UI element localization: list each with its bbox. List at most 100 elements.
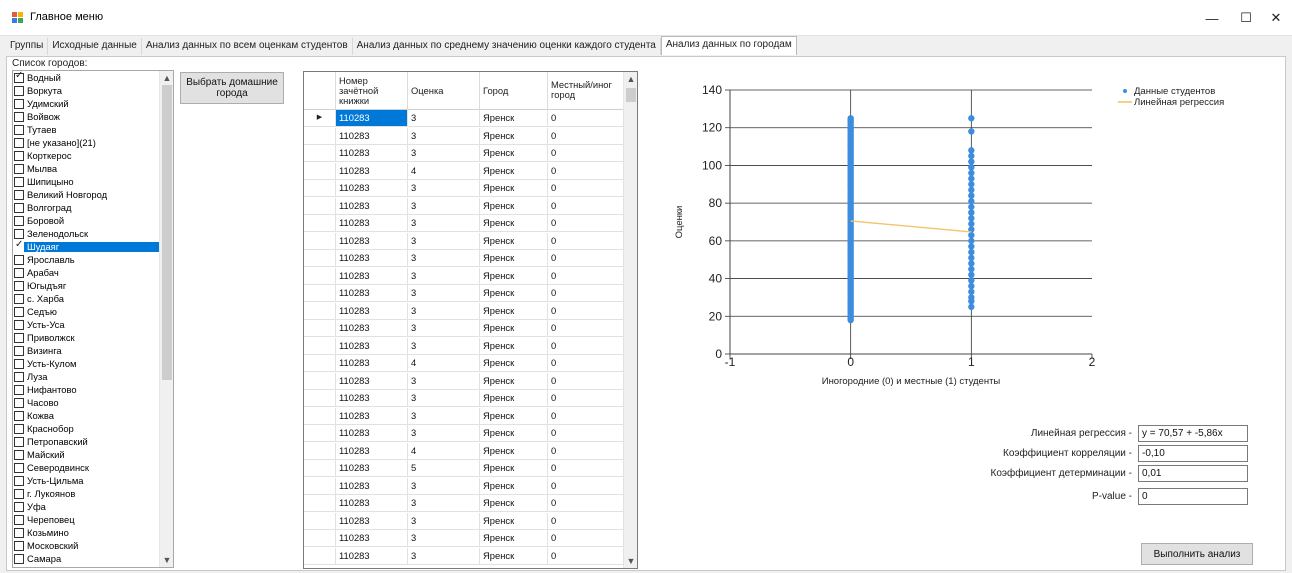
city-item[interactable]: Козьмино [14, 528, 159, 538]
cell-grade[interactable]: 3 [408, 530, 480, 546]
checkbox-icon[interactable] [14, 450, 24, 460]
city-item[interactable]: [не указано](21) [14, 138, 159, 148]
city-item[interactable]: Шудаяг [14, 240, 159, 252]
table-row[interactable]: 110283 3 Яренск 0 [304, 197, 624, 215]
checkbox-icon[interactable] [14, 411, 24, 421]
cell-record-book[interactable]: 110283 [336, 197, 408, 214]
row-header[interactable] [304, 145, 336, 161]
city-item[interactable]: Ярославль [14, 255, 159, 265]
cell-local[interactable]: 0 [548, 460, 624, 476]
cell-grade[interactable]: 4 [408, 355, 480, 371]
checkbox-icon[interactable] [14, 333, 24, 343]
cell-city[interactable]: Яренск [480, 460, 548, 476]
row-header[interactable] [304, 547, 336, 564]
table-row[interactable]: 110283 3 Яренск 0 [304, 372, 624, 390]
table-row[interactable]: ▶ 110283 3 Яренск 0 [304, 110, 624, 127]
column-header-city[interactable]: Город [480, 72, 548, 110]
column-header-local[interactable]: Местный/иног город [548, 72, 624, 110]
cell-grade[interactable]: 3 [408, 285, 480, 301]
tab-average-grade-analysis[interactable]: Анализ данных по среднему значению оценк… [353, 38, 661, 55]
cell-city[interactable]: Яренск [480, 425, 548, 441]
cell-local[interactable]: 0 [548, 197, 624, 214]
city-item[interactable]: Войвож [14, 112, 159, 122]
cell-grade[interactable]: 3 [408, 267, 480, 284]
cell-city[interactable]: Яренск [480, 372, 548, 389]
checkbox-icon[interactable] [14, 203, 24, 213]
close-button[interactable]: ✕ [1256, 6, 1292, 30]
cell-local[interactable]: 0 [548, 232, 624, 249]
table-row[interactable]: 110283 3 Яренск 0 [304, 425, 624, 442]
table-row[interactable]: 110283 3 Яренск 0 [304, 530, 624, 547]
row-header[interactable] [304, 320, 336, 336]
checkbox-icon[interactable] [14, 216, 24, 226]
scroll-down-icon[interactable]: ▼ [624, 554, 637, 568]
correlation-field[interactable]: -0,10 [1138, 445, 1248, 462]
scroll-up-icon[interactable]: ▲ [624, 72, 637, 86]
city-item[interactable]: Тутаев [14, 125, 159, 135]
cell-grade[interactable]: 3 [408, 250, 480, 266]
city-item[interactable]: Кожва [14, 411, 159, 421]
cell-record-book[interactable]: 110283 [336, 442, 408, 459]
cell-city[interactable]: Яренск [480, 267, 548, 284]
checkbox-icon[interactable] [14, 190, 24, 200]
row-header[interactable] [304, 337, 336, 354]
row-header[interactable] [304, 250, 336, 266]
checkbox-icon[interactable] [14, 229, 24, 239]
column-header-grade[interactable]: Оценка [408, 72, 480, 110]
cell-local[interactable]: 0 [548, 530, 624, 546]
cell-grade[interactable]: 3 [408, 372, 480, 389]
cell-local[interactable]: 0 [548, 162, 624, 179]
cell-grade[interactable]: 5 [408, 460, 480, 476]
city-item[interactable]: Седъю [14, 307, 159, 317]
row-header[interactable] [304, 162, 336, 179]
cell-city[interactable]: Яренск [480, 407, 548, 424]
city-item[interactable]: Северодвинск [14, 463, 159, 473]
row-header[interactable] [304, 407, 336, 424]
cell-city[interactable]: Яренск [480, 145, 548, 161]
checkbox-icon[interactable] [14, 528, 24, 538]
city-item[interactable]: Часово [14, 398, 159, 408]
checkbox-icon[interactable] [14, 385, 24, 395]
row-header[interactable] [304, 197, 336, 214]
city-item[interactable]: Шипицыно [14, 177, 159, 187]
table-row[interactable]: 110283 4 Яренск 0 [304, 162, 624, 180]
cell-record-book[interactable]: 110283 [336, 512, 408, 529]
run-analysis-button[interactable]: Выполнить анализ [1141, 543, 1253, 565]
row-header[interactable] [304, 530, 336, 546]
row-header[interactable] [304, 127, 336, 144]
city-item[interactable]: Луза [14, 372, 159, 382]
cell-grade[interactable]: 3 [408, 425, 480, 441]
city-item[interactable]: Усть-Кулом [14, 359, 159, 369]
table-row[interactable]: 110283 3 Яренск 0 [304, 320, 624, 337]
checkbox-checked-icon[interactable] [14, 71, 24, 83]
cell-record-book[interactable]: 110283 [336, 337, 408, 354]
scroll-thumb[interactable] [162, 85, 172, 380]
city-item[interactable]: Боровой [14, 216, 159, 226]
cell-city[interactable]: Яренск [480, 162, 548, 179]
city-item[interactable]: Нифантово [14, 385, 159, 395]
cell-local[interactable]: 0 [548, 390, 624, 406]
cell-local[interactable]: 0 [548, 355, 624, 371]
checkbox-icon[interactable] [14, 359, 24, 369]
cell-record-book[interactable]: 110283 [336, 460, 408, 476]
cell-grade[interactable]: 3 [408, 477, 480, 494]
cell-record-book[interactable]: 110283 [336, 180, 408, 196]
cell-record-book[interactable]: 110283 [336, 302, 408, 319]
cell-record-book[interactable]: 110283 [336, 477, 408, 494]
cell-local[interactable]: 0 [548, 547, 624, 564]
city-item[interactable]: Корткерос [14, 151, 159, 161]
table-row[interactable]: 110283 3 Яренск 0 [304, 145, 624, 162]
row-header[interactable] [304, 215, 336, 231]
cell-grade[interactable]: 3 [408, 197, 480, 214]
checkbox-icon[interactable] [14, 541, 24, 551]
cell-record-book[interactable]: 110283 [336, 215, 408, 231]
scroll-up-icon[interactable]: ▲ [160, 71, 173, 85]
row-header[interactable] [304, 372, 336, 389]
city-item[interactable]: Петропавский [14, 437, 159, 447]
cell-grade[interactable]: 4 [408, 442, 480, 459]
checkbox-icon[interactable] [14, 554, 24, 564]
city-checklist[interactable]: ▲ ▼ Водный Воркута Удимский Войвож Тутаев [не… [12, 70, 174, 568]
tab-groups[interactable]: Группы [6, 38, 49, 55]
scroll-thumb[interactable] [626, 88, 636, 102]
table-row[interactable]: 110283 3 Яренск 0 [304, 477, 624, 495]
